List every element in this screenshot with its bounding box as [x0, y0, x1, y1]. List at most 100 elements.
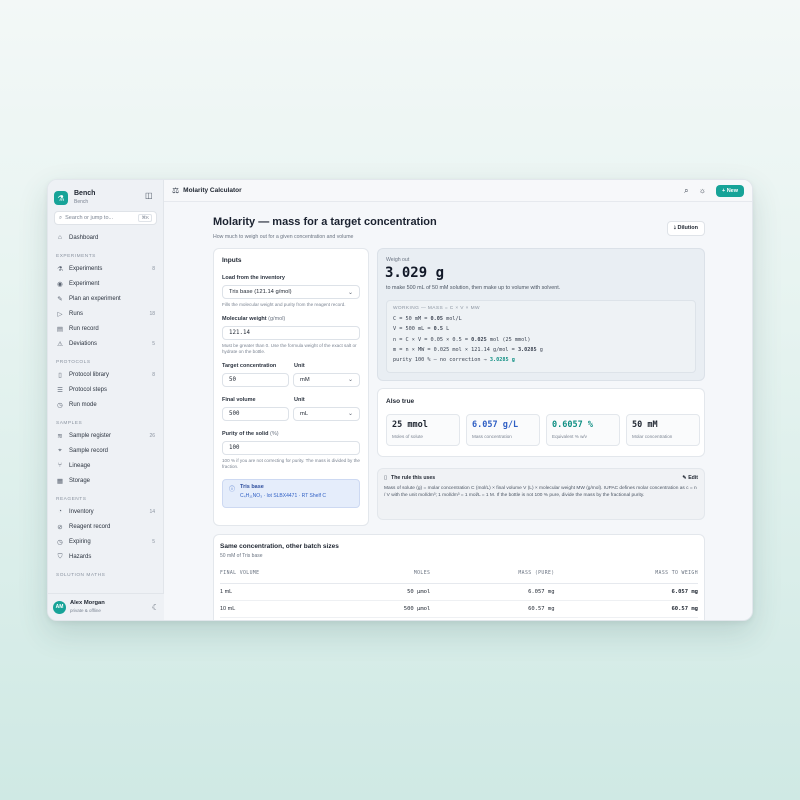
- working-line-unit: g: [536, 346, 543, 353]
- edit-button-label: Edit: [688, 475, 698, 481]
- info-detail: · lot SLBX4471 · RT Shelf C: [263, 492, 326, 499]
- inventory-select[interactable]: Tris base (121.14 g/mol) ⌄: [222, 285, 360, 299]
- branch-icon: ⑂: [58, 462, 62, 469]
- purity-unit: (%): [269, 430, 279, 437]
- edit-button[interactable]: ✎ Edit: [682, 475, 698, 481]
- table-cell: 1 mL: [220, 583, 345, 601]
- table-cell: 302.9 mg: [430, 617, 555, 620]
- pencil-icon: ✎: [57, 295, 63, 303]
- column-header: MOLES: [344, 565, 431, 584]
- sidebar-item-experiments[interactable]: ▷ Runs 18: [48, 306, 163, 321]
- drop-icon: ◔: [58, 508, 62, 515]
- concentration-input[interactable]: 50: [222, 372, 289, 387]
- new-button[interactable]: + New: [715, 184, 744, 197]
- sidebar-item-samples[interactable]: ⌖ Sample record: [48, 443, 163, 458]
- grid-icon: ▦: [56, 477, 64, 485]
- also-true-title: Also true: [386, 398, 415, 405]
- working-line: m = n × MW = 0.025 mol × 121.14 g/mol = …: [393, 345, 689, 355]
- user-profile[interactable]: AM Alex Morgan private & offline ☾: [48, 593, 164, 620]
- working-line-unit: mol/L: [442, 316, 462, 322]
- table-cell: 500 µmol: [344, 600, 431, 618]
- page-content: Molarity — mass for a target concentrati…: [213, 216, 705, 620]
- sidebar-item-reagents[interactable]: ⛉ Hazards: [48, 549, 163, 564]
- column-header: MASS (PURE): [430, 565, 555, 584]
- eye-icon: ◉: [57, 280, 63, 288]
- clock-icon: ◷: [57, 401, 63, 409]
- search-icon[interactable]: ⌕: [684, 186, 688, 196]
- working-line: n = C × V = 0.05 × 0.5 = 0.025 mol (25 m…: [393, 335, 689, 345]
- sidebar-item-protocols[interactable]: ☰ Protocol steps: [48, 382, 163, 397]
- stat-value: 6.057 g/L: [472, 420, 519, 430]
- table-row: 50 mL2.5 mmol302.9 mg302.9 mg: [220, 617, 698, 620]
- molecular-weight-input[interactable]: 121.14: [222, 325, 360, 340]
- working-line: V = 500 mL = 0.5 L: [393, 324, 689, 334]
- sidebar-item-protocols[interactable]: ◷ Run mode: [48, 397, 163, 412]
- sidebar-item-samples[interactable]: ≋ Sample register 26: [48, 428, 163, 443]
- table-cell: 302.9 mg: [554, 617, 698, 620]
- stat-value: 50 mM: [632, 420, 658, 430]
- pencil-icon: ✎: [682, 475, 687, 481]
- sidebar-item-experiments[interactable]: ⚠ Deviations 5: [48, 336, 163, 351]
- sidebar-item-count: 18: [149, 310, 155, 317]
- sidebar-item-label: Inventory: [69, 508, 94, 515]
- inventory-hint: Fills the molecular weight and purity fr…: [222, 302, 346, 307]
- concentration-unit-select[interactable]: mM ⌄: [293, 372, 360, 387]
- tag-icon: ⌖: [58, 446, 62, 454]
- table-cell: 60.57 mg: [430, 600, 555, 618]
- topbar-title: Molarity Calculator: [183, 187, 242, 194]
- result-card: Weigh out 3.029 g to make 500 mL of 50 m…: [377, 248, 705, 381]
- book-icon: ▯: [384, 475, 388, 481]
- table-cell: 60.57 mg: [554, 600, 698, 618]
- sidebar-item-samples[interactable]: ⑂ Lineage: [48, 458, 163, 473]
- play-icon: ▷: [57, 310, 63, 318]
- table-cell: 50 µmol: [344, 583, 431, 601]
- inventory-value: Tris base (121.14 g/mol): [229, 289, 292, 295]
- sidebar-item-experiments[interactable]: ◉ Experiment: [48, 276, 163, 291]
- sidebar-item-experiments[interactable]: ▤ Run record: [48, 321, 163, 336]
- volume-unit-select[interactable]: mL ⌄: [293, 406, 360, 421]
- search-placeholder: Search or jump to...: [65, 215, 114, 221]
- volume-input[interactable]: 500: [222, 406, 289, 421]
- sidebar-item-reagents[interactable]: ◔ Inventory 14: [48, 504, 163, 519]
- page-subtitle: How much to weigh out for a given concen…: [213, 234, 354, 240]
- clock-icon: ◷: [57, 538, 63, 546]
- working-heading: WORKING — MASS = C × V × MW: [393, 306, 480, 311]
- concentration-unit-label: Unit: [294, 362, 305, 369]
- sidebar-item-reagents[interactable]: ⊘ Reagent record: [48, 519, 163, 534]
- theme-sun-icon[interactable]: ☼: [699, 186, 706, 195]
- sidebar-item-label: Deviations: [69, 340, 98, 347]
- dilution-button[interactable]: 💧︎ Dilution: [666, 221, 705, 236]
- rule-title: The rule this uses: [391, 475, 436, 481]
- sidebar-item-samples[interactable]: ▦ Storage: [48, 473, 163, 488]
- topbar: ⚖ Molarity Calculator ⌕ ☼ + New: [164, 180, 752, 202]
- working-line-unit: L: [442, 326, 450, 333]
- chevron-down-icon: ⌄: [347, 289, 353, 296]
- info-formula: C₄H₁₁NO₃: [240, 492, 263, 499]
- moon-icon[interactable]: ☾: [152, 603, 159, 612]
- section-samples: SAMPLES: [56, 421, 83, 426]
- flask-logo-icon: ⚗: [54, 191, 68, 205]
- sidebar-item-dashboard[interactable]: ⌂ Dashboard: [48, 230, 163, 245]
- sidebar-item-experiments[interactable]: ✎ Plan an experiment: [48, 291, 163, 306]
- info-title: Tris base: [240, 483, 264, 490]
- concentration-label: Target concentration: [222, 362, 277, 369]
- sidebar-item-reagents[interactable]: ◷ Expiring 5: [48, 534, 163, 549]
- stat-label: Moles of solute: [392, 434, 423, 439]
- working-line-value: 0.05: [430, 316, 443, 322]
- sidebar-item-protocols[interactable]: ▯ Protocol library 8: [48, 367, 163, 382]
- working-line: purity 100 % — no correction → 3.0285 g: [393, 355, 689, 365]
- sidebar-item-label: Experiments: [69, 265, 103, 272]
- list-icon: ☰: [57, 386, 63, 394]
- sidebar-item-label: Run record: [69, 325, 99, 332]
- sidebar-item-label: Hazards: [69, 553, 92, 560]
- layers-icon: ≋: [57, 432, 63, 440]
- book-icon: ▯: [58, 371, 62, 379]
- stat-tile: 6.057 g/L Mass concentration: [466, 414, 540, 446]
- section-solution-maths: SOLUTION MATHS: [56, 573, 106, 578]
- search-input[interactable]: ⌕ Search or jump to... ⌘K: [54, 211, 157, 225]
- purity-input[interactable]: 100: [222, 440, 360, 455]
- sidebar-toggle-icon[interactable]: ◫: [145, 191, 153, 200]
- mw-label: Molecular weight (g/mol): [222, 316, 360, 322]
- sidebar-item-count: 5: [152, 340, 155, 347]
- sidebar-item-experiments[interactable]: ⚗ Experiments 8: [48, 261, 163, 276]
